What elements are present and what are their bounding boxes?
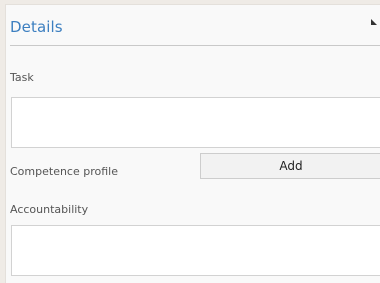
task-label: Task: [10, 71, 34, 84]
accountability-label: Accountability: [10, 203, 89, 216]
add-competence-button[interactable]: Add: [200, 153, 380, 179]
details-title: Details: [10, 18, 63, 36]
details-panel: Details Task Competence profile Add Acco…: [5, 4, 380, 283]
competence-profile-label: Competence profile: [10, 165, 118, 178]
collapse-corner-icon[interactable]: [370, 17, 380, 27]
accountability-input[interactable]: [11, 225, 380, 276]
task-input[interactable]: [11, 97, 380, 148]
title-divider: [10, 45, 380, 46]
